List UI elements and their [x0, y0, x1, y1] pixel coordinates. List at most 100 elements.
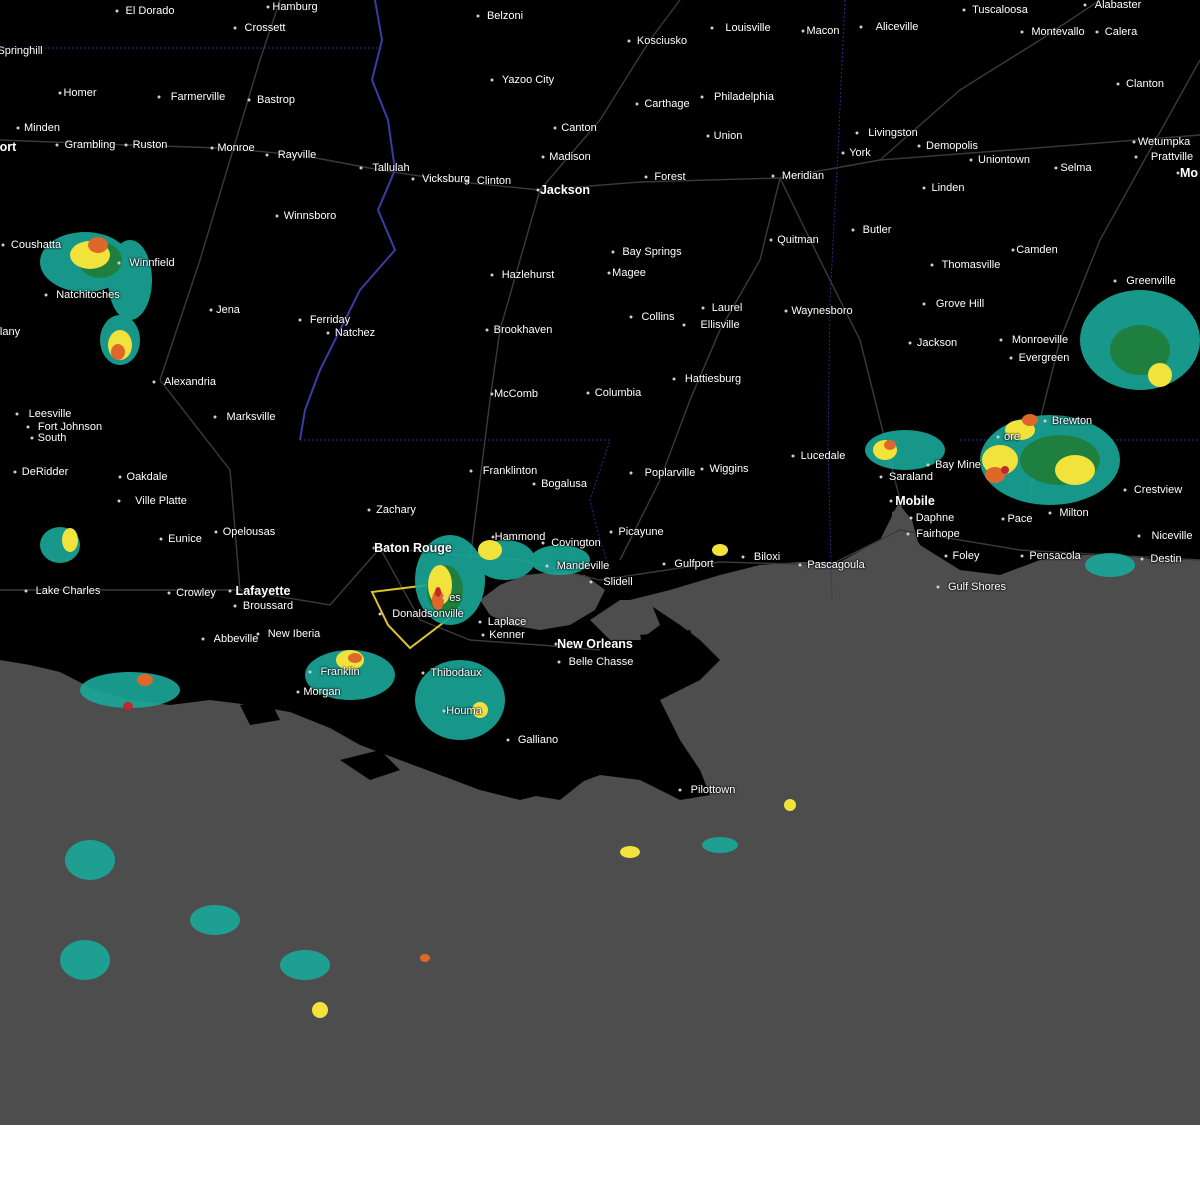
city-label-new-orleans: New Orleans: [557, 637, 633, 651]
city-marker-hattiesburg: [672, 377, 676, 381]
city-label-coushatta: Coushatta: [10, 239, 62, 251]
city-marker-kenner: [481, 633, 485, 637]
city-label-mandeville: Mandeville: [556, 560, 610, 572]
city-label-tuscaloosa: Tuscaloosa: [972, 4, 1028, 16]
city-marker-gulfport: [662, 562, 666, 566]
city-label-demopolis: Demopolis: [926, 140, 978, 152]
city-label-marksville: Marksville: [226, 411, 276, 423]
city-marker-bogalusa: [532, 482, 536, 486]
city-label-collins: Collins: [641, 311, 675, 323]
city-label-baton-rouge: Baton Rouge: [374, 541, 452, 555]
city-marker-tallulah: [359, 166, 363, 170]
city-marker-belle-chasse: [557, 660, 561, 664]
city-marker-greenville: [1113, 279, 1117, 283]
city-marker-ellisville: [682, 323, 686, 327]
city-label-selma: Selma: [1060, 162, 1092, 174]
city-label-vicksburg: Vicksburg: [421, 173, 471, 185]
city-marker-lafayette: [228, 589, 232, 593]
city-marker-fairhope: [906, 532, 910, 536]
city-marker-uniontown: [969, 158, 973, 162]
city-marker-wiggins: [700, 467, 704, 471]
city-marker-prattville: [1134, 155, 1138, 159]
city-label-winnsboro: Winnsboro: [283, 210, 337, 222]
city-marker-aliceville: [859, 25, 863, 29]
city-marker-thomasville: [930, 263, 934, 267]
city-marker-wetumpka: [1132, 140, 1136, 144]
city-marker-biloxi: [741, 555, 745, 559]
city-marker-abbeville: [201, 637, 205, 641]
city-marker-butler: [851, 228, 855, 232]
city-label-bay-springs: Bay Springs: [622, 246, 682, 258]
city-marker-fort-johnson: [26, 425, 30, 429]
city-marker-homer: [58, 91, 61, 95]
city-label-farmerville: Farmerville: [170, 91, 226, 103]
city-label-thibodaux: Thibodaux: [430, 667, 482, 679]
city-marker-madison: [541, 155, 545, 159]
city-label-lake-charles: Lake Charles: [35, 585, 101, 597]
city-label-ruston: Ruston: [132, 139, 168, 151]
city-marker-deridder: [13, 470, 17, 474]
city-marker-lake-charles: [24, 589, 28, 593]
city-marker-yazoo-city: [490, 78, 494, 82]
city-marker-niceville: [1137, 534, 1141, 538]
city-label-greenville: Greenville: [1126, 275, 1176, 287]
city-marker-selma: [1054, 166, 1057, 170]
city-marker-crossett: [233, 26, 237, 30]
city-marker-evergreen: [1009, 356, 1013, 360]
city-marker-minden: [16, 126, 20, 130]
city-marker-natchitoches: [44, 293, 48, 297]
city-label-uniontown: Uniontown: [978, 154, 1030, 166]
city-marker-slidell: [589, 580, 593, 584]
city-marker-winnfield: [117, 261, 121, 265]
city-marker-picayune: [609, 530, 613, 534]
city-marker-crowley: [167, 591, 171, 595]
city-label-opelousas: Opelousas: [222, 526, 276, 538]
city-marker-houma: [442, 709, 445, 713]
city-label-homer: Homer: [63, 87, 97, 99]
city-label-carthage: Carthage: [644, 98, 690, 110]
city-label-camden: Camden: [1016, 244, 1058, 256]
city-marker-jena: [209, 308, 213, 312]
city-label-yazoo-city: Yazoo City: [501, 74, 555, 86]
city-label-gulfport: Gulfport: [674, 558, 714, 570]
city-marker-zachary: [367, 508, 371, 512]
city-marker-grambling: [55, 143, 59, 147]
city-marker-broussard: [233, 604, 237, 608]
city-label-zachary: Zachary: [376, 504, 416, 516]
city-marker-monroe: [210, 146, 214, 150]
city-label-ellisville: Ellisville: [700, 319, 740, 331]
city-label-forest: Forest: [654, 171, 686, 183]
city-label-madison: Madison: [549, 151, 591, 163]
city-marker-ferriday: [298, 318, 302, 322]
city-marker-coushatta: [1, 243, 5, 247]
city-label-pascagoula: Pascagoula: [807, 559, 865, 571]
city-label-wetumpka: Wetumpka: [1137, 136, 1191, 148]
city-label-natchitoches: Natchitoches: [56, 289, 120, 301]
city-label-picayune: Picayune: [618, 526, 664, 538]
city-marker-morgan-city: [296, 690, 300, 694]
city-marker-montgomery-partial: [1176, 171, 1180, 175]
state-borders: [0, 0, 1200, 601]
city-label-grambling: Grambling: [64, 139, 116, 151]
city-label-alexandria: Alexandria: [164, 376, 216, 388]
city-label-fort-johnson-south: South: [37, 432, 67, 444]
city-marker-crestview: [1123, 488, 1127, 492]
city-label-evergreen: Evergreen: [1018, 352, 1070, 364]
city-label-mccomb: McComb: [493, 388, 539, 400]
city-marker-milton: [1048, 511, 1052, 515]
city-label-milton: Milton: [1059, 507, 1089, 519]
city-marker-thibodaux: [421, 671, 425, 675]
city-marker-gonzales-partial: [442, 596, 446, 600]
city-marker-alabaster: [1083, 3, 1087, 7]
city-label-livingston: Livingston: [868, 127, 918, 139]
radar-map[interactable]: El Dorado Hamburg Belzoni Louisville Macon Al…: [0, 0, 1200, 1125]
city-marker-galliano: [506, 738, 510, 742]
city-label-union: Union: [713, 130, 743, 142]
city-marker-camden: [1011, 248, 1015, 252]
city-marker-louisville: [710, 26, 714, 30]
city-label-oakdale: Oakdale: [126, 471, 168, 483]
city-label-waynesboro: Waynesboro: [791, 305, 853, 317]
city-label-crowley: Crowley: [176, 587, 216, 599]
city-label-jackson-al: Jackson: [916, 337, 958, 349]
city-label-crestview: Crestview: [1133, 484, 1183, 496]
